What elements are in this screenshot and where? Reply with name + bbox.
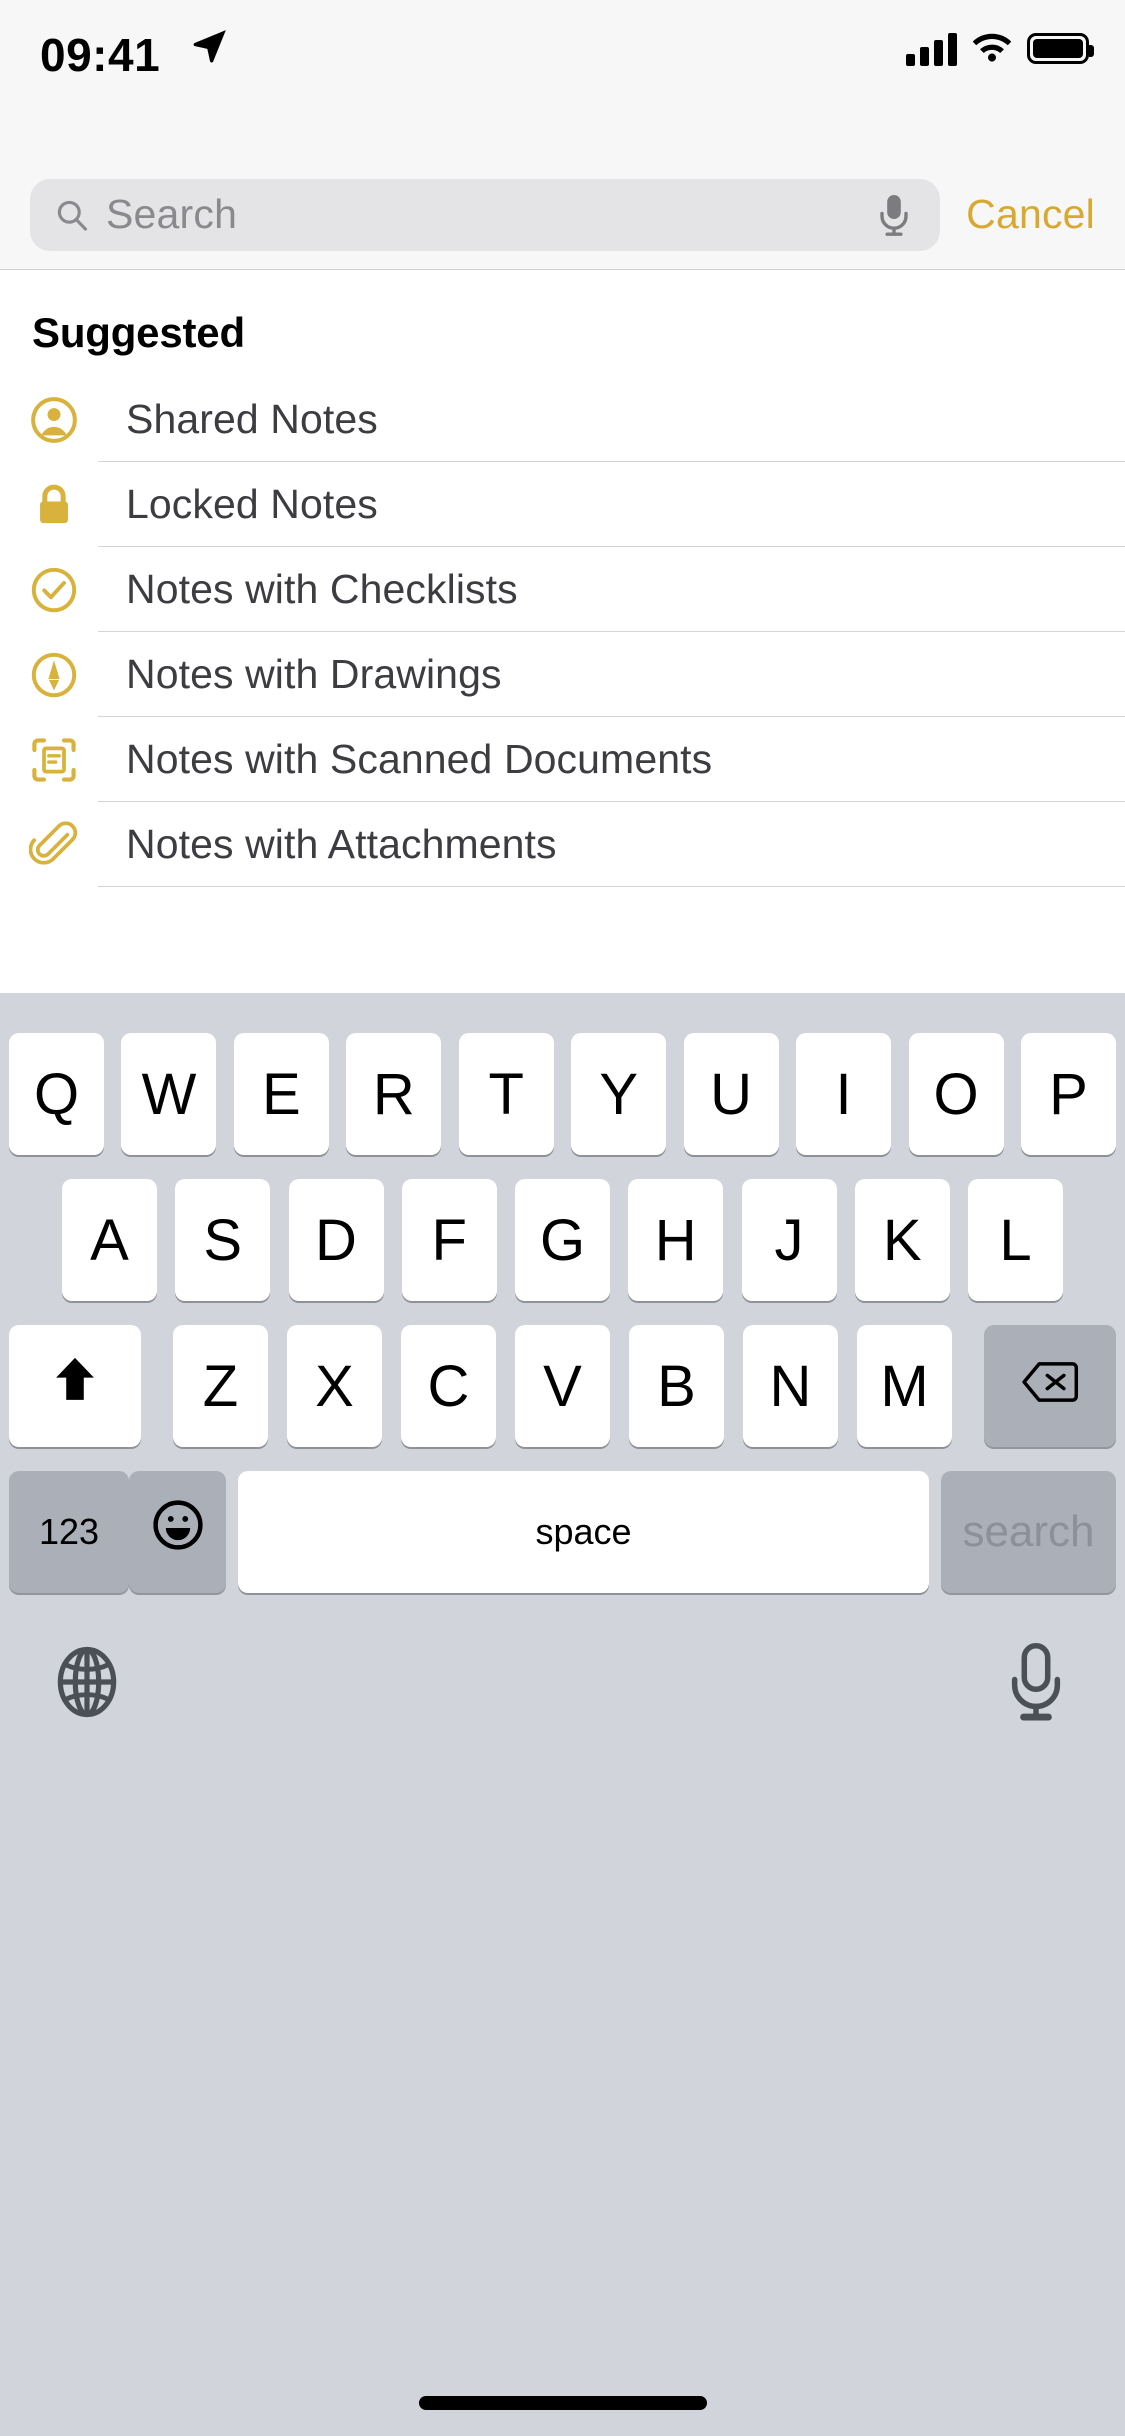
cancel-button[interactable]: Cancel <box>966 191 1095 238</box>
key-e[interactable]: E <box>233 1033 329 1155</box>
person-circle-icon <box>28 394 80 446</box>
microphone-icon[interactable] <box>1005 1639 1067 1727</box>
key-h[interactable]: H <box>628 1179 724 1301</box>
list-item[interactable]: Notes with Drawings <box>0 632 1125 717</box>
list-item[interactable]: Locked Notes <box>0 462 1125 547</box>
backspace-key[interactable] <box>984 1325 1116 1447</box>
key-a[interactable]: A <box>62 1179 157 1301</box>
microphone-icon[interactable] <box>876 193 912 237</box>
shift-up-arrow-icon <box>48 1352 102 1420</box>
key-q[interactable]: Q <box>9 1033 104 1155</box>
suggested-section: Suggested Shared Notes Locked Notes Note… <box>0 271 1125 993</box>
battery-full-icon <box>1027 33 1094 64</box>
status-bar-time: 09:41 <box>40 29 161 81</box>
status-bar: 09:41 <box>0 0 1125 132</box>
smiley-face-icon <box>150 1497 206 1567</box>
emoji-key[interactable] <box>129 1471 226 1593</box>
key-y[interactable]: Y <box>571 1033 667 1155</box>
list-item-label: Notes with Drawings <box>126 651 502 697</box>
document-scanner-icon <box>28 734 80 786</box>
list-item[interactable]: Shared Notes <box>0 377 1125 462</box>
keyboard-row-4: 123 space search <box>0 1471 1125 1593</box>
search-placeholder: Search <box>106 191 238 237</box>
list-item-label: Notes with Scanned Documents <box>126 736 713 782</box>
list-item[interactable]: Notes with Scanned Documents <box>0 717 1125 802</box>
key-f[interactable]: F <box>401 1179 497 1301</box>
iphone-screen: 09:41 Search Cancel Suggested Shared Not… <box>0 0 1125 2436</box>
list-item-label: Locked Notes <box>126 481 378 527</box>
key-z[interactable]: Z <box>173 1325 268 1447</box>
key-w[interactable]: W <box>121 1033 217 1155</box>
list-item[interactable]: Notes with Attachments <box>0 802 1125 887</box>
key-k[interactable]: K <box>854 1179 950 1301</box>
key-d[interactable]: D <box>288 1179 384 1301</box>
key-l[interactable]: L <box>968 1179 1063 1301</box>
list-item-label: Shared Notes <box>126 396 378 442</box>
delete-left-icon <box>1021 1353 1079 1420</box>
checkmark-circle-icon <box>28 564 80 616</box>
key-m[interactable]: M <box>857 1325 952 1447</box>
search-return-key[interactable]: search <box>941 1471 1116 1593</box>
location-arrow-icon <box>190 26 230 66</box>
status-bar-indicators <box>906 30 1094 67</box>
key-i[interactable]: I <box>796 1033 892 1155</box>
key-j[interactable]: J <box>741 1179 837 1301</box>
key-o[interactable]: O <box>908 1033 1004 1155</box>
space-key[interactable]: space <box>238 1471 929 1593</box>
shift-key[interactable] <box>9 1325 141 1447</box>
key-v[interactable]: V <box>515 1325 610 1447</box>
key-r[interactable]: R <box>346 1033 442 1155</box>
section-title: Suggested <box>32 309 245 356</box>
pen-circle-icon <box>28 649 80 701</box>
list-separator <box>98 886 1125 887</box>
search-icon <box>54 197 90 233</box>
key-s[interactable]: S <box>175 1179 271 1301</box>
key-p[interactable]: P <box>1020 1033 1116 1155</box>
home-indicator-bar <box>418 2396 707 2410</box>
numbers-key[interactable]: 123 <box>9 1471 129 1593</box>
keyboard-row-1: QWERTYUIOP <box>0 1033 1125 1155</box>
on-screen-keyboard: QWERTYUIOP ASDFGHJKL ZXCVBNM 123 space s… <box>0 993 1125 2436</box>
keyboard-row-2: ASDFGHJKL <box>0 1179 1125 1301</box>
keyboard-bottom-bar <box>0 1633 1125 1753</box>
key-t[interactable]: T <box>458 1033 554 1155</box>
lock-icon <box>28 479 80 531</box>
list-item[interactable]: Notes with Checklists <box>0 547 1125 632</box>
key-b[interactable]: B <box>629 1325 724 1447</box>
key-g[interactable]: G <box>515 1179 610 1301</box>
wifi-icon <box>971 30 1013 67</box>
keyboard-row-3: ZXCVBNM <box>0 1325 1125 1447</box>
key-x[interactable]: X <box>287 1325 382 1447</box>
suggested-list: Shared Notes Locked Notes Notes with Che… <box>0 377 1125 887</box>
key-c[interactable]: C <box>401 1325 496 1447</box>
cellular-bars-icon <box>906 32 957 66</box>
search-bar: Search Cancel <box>0 160 1125 270</box>
key-u[interactable]: U <box>683 1033 779 1155</box>
globe-icon[interactable] <box>48 1643 126 1721</box>
key-n[interactable]: N <box>743 1325 838 1447</box>
search-input[interactable]: Search <box>30 178 941 251</box>
paperclip-icon <box>28 819 80 871</box>
list-item-label: Notes with Attachments <box>126 821 557 867</box>
list-item-label: Notes with Checklists <box>126 566 518 612</box>
